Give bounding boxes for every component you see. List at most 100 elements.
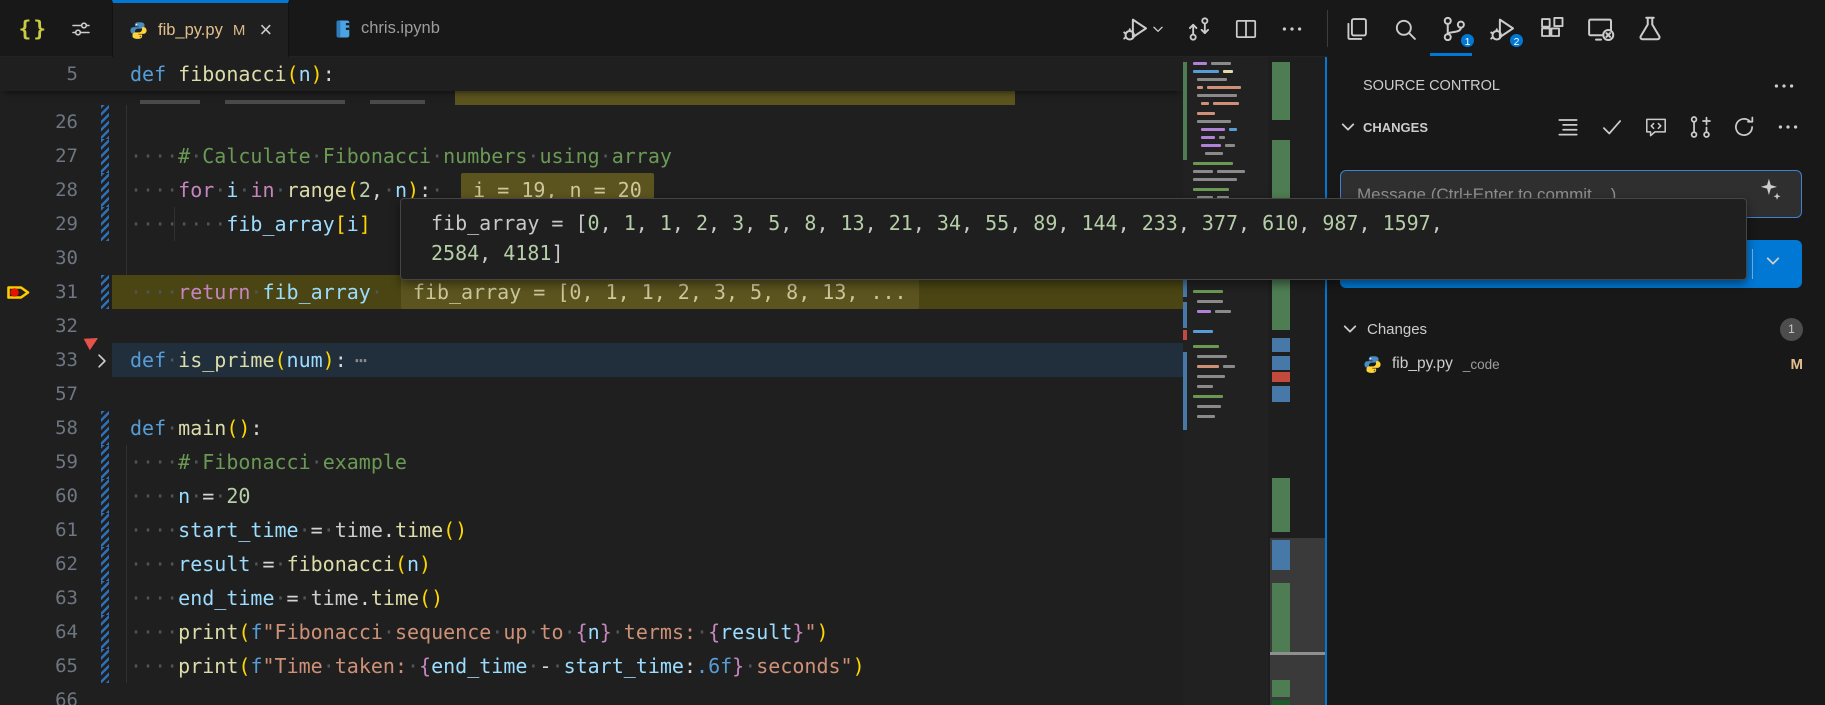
code-line-61[interactable]: 61····start_time·=·time.time() [0, 513, 1183, 547]
line-number[interactable]: 26 [0, 105, 78, 139]
changes-toolbar [1555, 114, 1801, 140]
code-line-32[interactable]: 32 [0, 309, 1183, 343]
line-number[interactable]: 28 [0, 173, 78, 207]
tabbar-left-icons: {} [0, 0, 112, 57]
divider [1752, 249, 1753, 279]
git-modified-gutter [101, 513, 109, 547]
line-number[interactable]: 66 [0, 683, 78, 705]
tooltip-line: fib_array = [0, 1, 1, 2, 3, 5, 8, 13, 21… [431, 208, 1746, 238]
line-number[interactable]: 65 [0, 649, 78, 683]
git-modified-gutter [101, 547, 109, 581]
changes-count-badge: 1 [1780, 318, 1803, 341]
code-line-33[interactable]: 33def·is_prime(num):⋯ [0, 343, 1183, 377]
git-modified-gutter [101, 105, 109, 139]
git-modified-gutter [101, 445, 109, 479]
debug-current-line-breakpoint-icon[interactable] [5, 281, 35, 308]
create-pr-icon[interactable] [1687, 114, 1713, 140]
git-modified-gutter [101, 581, 109, 615]
line-number[interactable]: 33 [0, 343, 78, 377]
python-icon [129, 21, 148, 40]
minimap[interactable] [1183, 57, 1268, 705]
commit-check-icon[interactable] [1599, 114, 1625, 140]
editor-actions [1121, 0, 1305, 57]
line-number[interactable]: 64 [0, 615, 78, 649]
changes-header-label: CHANGES [1363, 120, 1428, 135]
sidebar-title: SOURCE CONTROL [1363, 78, 1500, 94]
code-line-66[interactable]: 66 [0, 683, 1183, 705]
text-fragment [225, 100, 345, 104]
generate-commit-message-icon[interactable] [1757, 176, 1783, 207]
code-line-31[interactable]: 31····return·fib_array·fib_array = [0, 1… [0, 275, 1183, 309]
code-line-60[interactable]: 60····n·=·20 [0, 479, 1183, 513]
code-line-62[interactable]: 62····result·=·fibonacci(n) [0, 547, 1183, 581]
fold-chevron-icon[interactable] [92, 351, 112, 375]
tab-bar: {} fib_py.py M × chris.ipynb [0, 0, 1327, 57]
activity-extensions-icon[interactable] [1537, 14, 1567, 44]
line-number[interactable]: 57 [0, 377, 78, 411]
line-number[interactable]: 27 [0, 139, 78, 173]
line-number[interactable]: 61 [0, 513, 78, 547]
git-modified-gutter [101, 479, 109, 513]
line-number[interactable]: 32 [0, 309, 78, 343]
activity-remote-explorer-icon[interactable] [1586, 14, 1616, 44]
layout-sliders-icon[interactable] [69, 17, 93, 41]
git-modified-gutter [101, 173, 109, 207]
code-line-63[interactable]: 63····end_time·=·time.time() [0, 581, 1183, 615]
git-modified-gutter [101, 649, 109, 683]
line-number[interactable]: 62 [0, 547, 78, 581]
debug-value-tooltip: fib_array = [0, 1, 1, 2, 3, 5, 8, 13, 21… [400, 198, 1747, 280]
activity-search-icon[interactable] [1390, 14, 1420, 44]
line-number[interactable]: 58 [0, 411, 78, 445]
line-number[interactable]: 63 [0, 581, 78, 615]
activity-testing-icon[interactable] [1635, 14, 1665, 44]
run-or-debug-icon[interactable] [1121, 14, 1165, 44]
sidebar-focus-border[interactable] [1325, 57, 1327, 705]
clipped-inline-value [455, 91, 1015, 105]
tab-title: fib_py.py [158, 21, 223, 40]
python-icon [1363, 355, 1382, 374]
more-actions-icon[interactable] [1771, 73, 1797, 99]
changes-tree-header[interactable]: Changes 1 [1341, 312, 1803, 346]
code-line-27[interactable]: 27····#·Calculate·Fibonacci·numbers·usin… [0, 139, 1183, 173]
split-editor-icon[interactable] [1233, 16, 1259, 42]
file-path: _code [1463, 357, 1500, 372]
open-changes-icon[interactable] [1185, 15, 1213, 43]
clipped-line-fragment [0, 91, 1183, 105]
chevron-down-icon[interactable] [1764, 252, 1782, 270]
tab-chris.ipynb[interactable]: chris.ipynb [318, 0, 456, 57]
more-icon[interactable] [1775, 114, 1801, 140]
code-line-58[interactable]: 58def·main(): [0, 411, 1183, 445]
line-number[interactable]: 30 [0, 241, 78, 275]
activity-debug-icon[interactable]: 2 [1488, 14, 1518, 44]
changes-tree-label: Changes [1367, 321, 1427, 338]
code-editor[interactable]: 5def fibonacci(n): 2627····#·Calculate·F… [0, 57, 1183, 705]
badge: 2 [1508, 32, 1525, 49]
activity-source-control-icon[interactable]: 1 [1439, 14, 1469, 44]
comment-icon[interactable] [1643, 114, 1669, 140]
source-control-sidebar: 12 SOURCE CONTROL CHANGES Message (Ctrl+… [1327, 0, 1825, 705]
modified-badge: M [233, 22, 246, 39]
vscode-window: {} fib_py.py M × chris.ipynb 5def fibonacci… [0, 0, 1825, 705]
line-number[interactable]: 60 [0, 479, 78, 513]
line-number[interactable]: 29 [0, 207, 78, 241]
changed-file-row[interactable]: fib_py.py _code M [1363, 346, 1803, 382]
inline-debug-value: fib_array = [0, 1, 1, 2, 3, 5, 8, 13, ..… [401, 275, 919, 309]
view-as-list-icon[interactable] [1555, 114, 1581, 140]
code-line-26[interactable]: 26 [0, 105, 1183, 139]
activity-copy-icon[interactable] [1341, 14, 1371, 44]
sticky-scroll-line[interactable]: 5def fibonacci(n): [0, 57, 1183, 91]
changes-section-header[interactable]: CHANGES [1339, 110, 1801, 144]
scrollbar[interactable] [1268, 57, 1325, 705]
tab-fib_py.py[interactable]: fib_py.py M × [112, 0, 289, 57]
refresh-icon[interactable] [1731, 114, 1757, 140]
braces-icon[interactable]: {} [19, 17, 48, 41]
close-icon[interactable]: × [259, 20, 272, 40]
more-icon[interactable] [1279, 16, 1305, 42]
line-number[interactable]: 59 [0, 445, 78, 479]
code-line-65[interactable]: 65····print(f"Time·taken:·{end_time·-·st… [0, 649, 1183, 683]
git-modified-gutter [101, 615, 109, 649]
code-line-59[interactable]: 59····#·Fibonacci·example [0, 445, 1183, 479]
text-fragment [370, 100, 425, 104]
code-line-57[interactable]: 57 [0, 377, 1183, 411]
code-line-64[interactable]: 64····print(f"Fibonacci·sequence·up·to·{… [0, 615, 1183, 649]
